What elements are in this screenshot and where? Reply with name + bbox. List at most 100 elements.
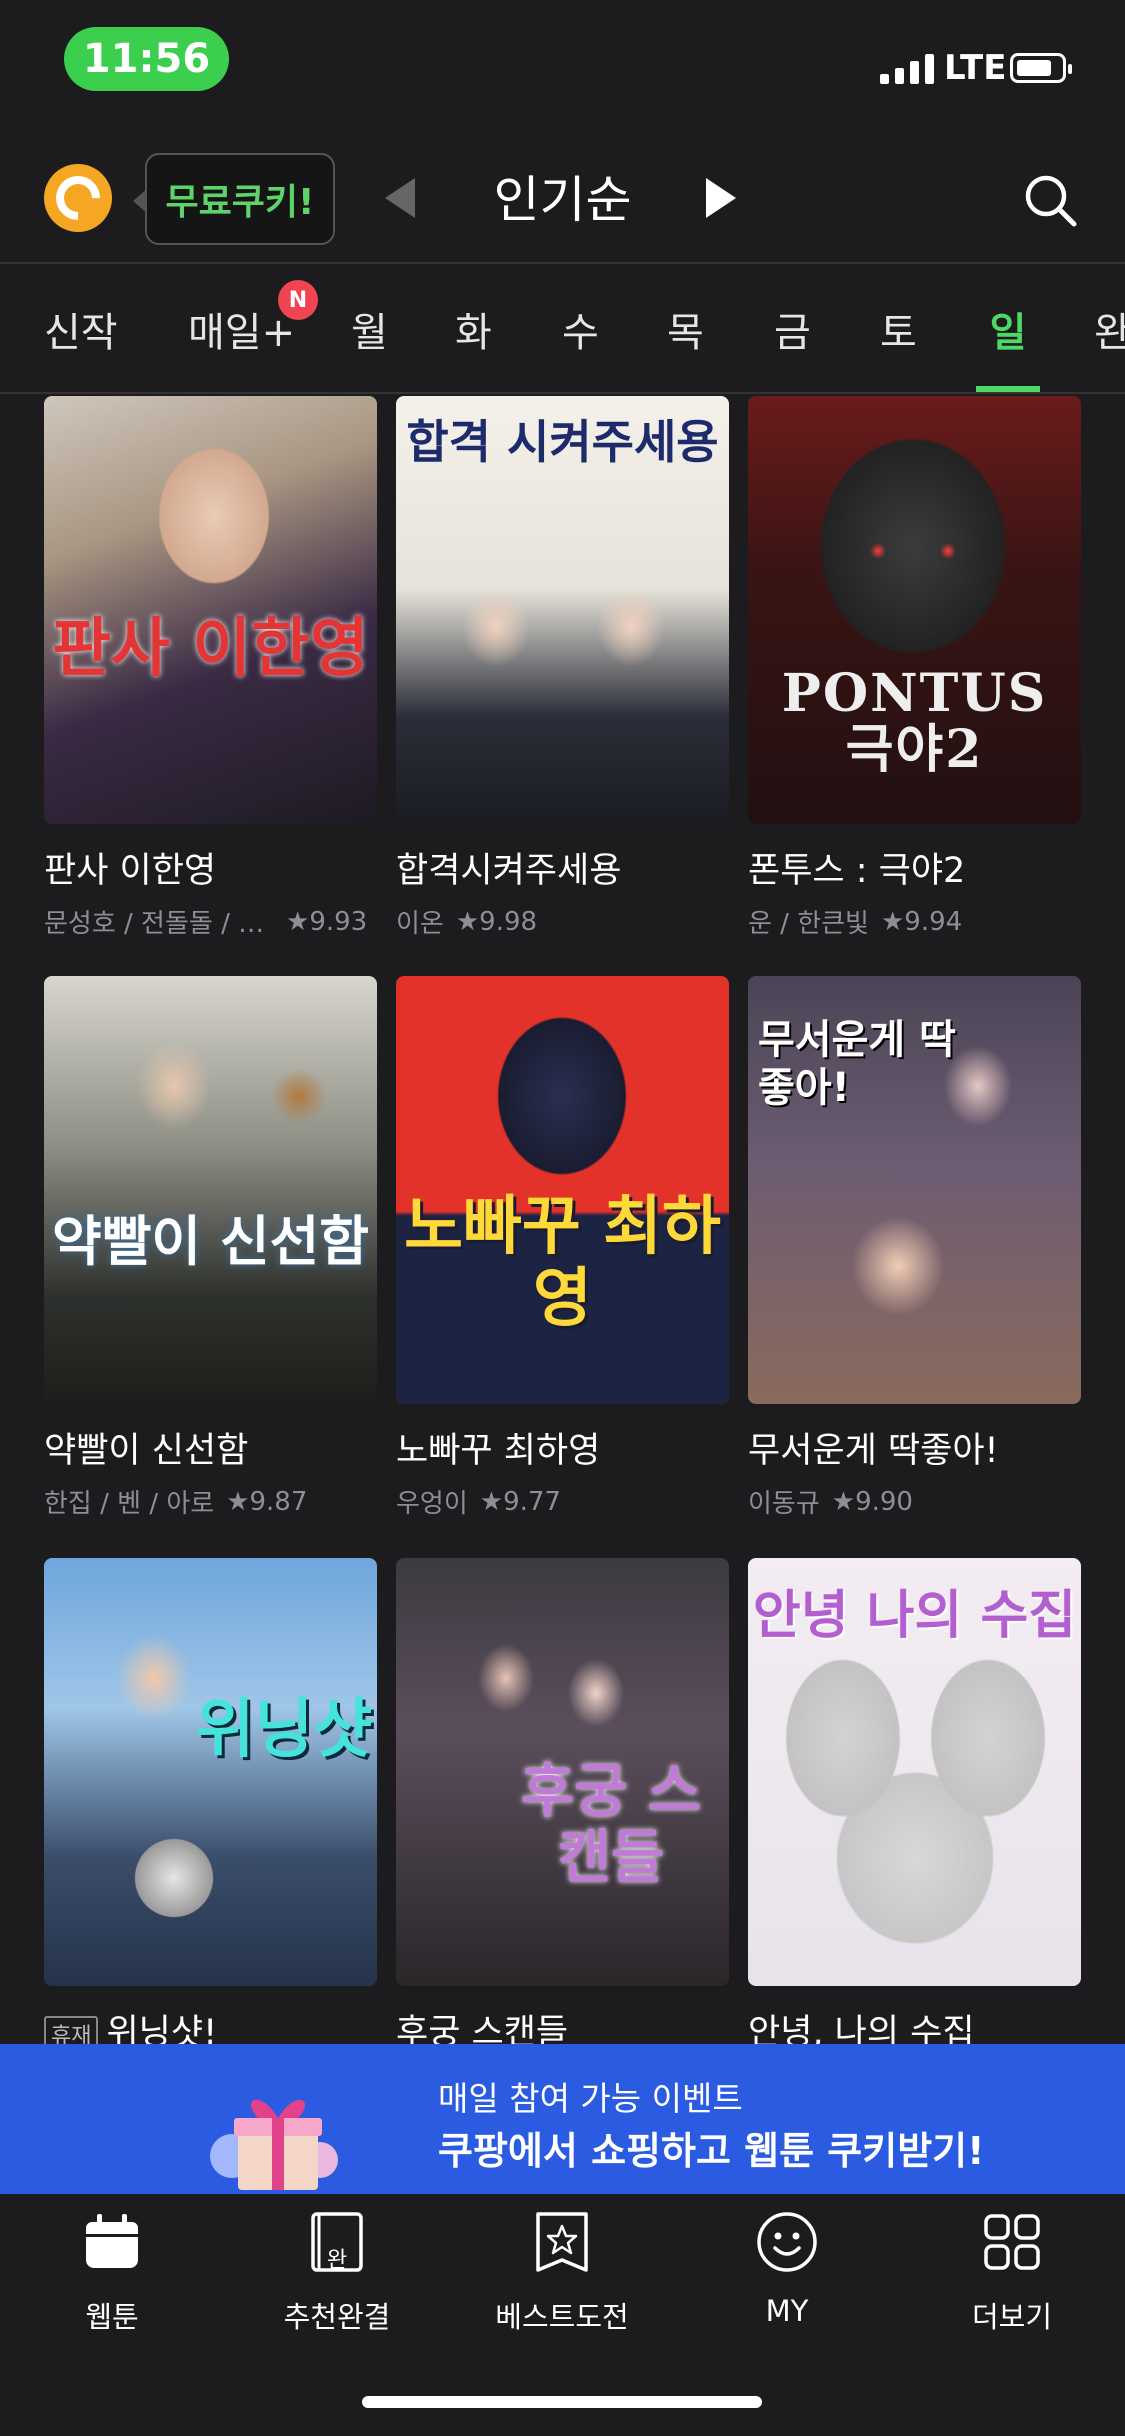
tab-sun[interactable]: 일 bbox=[976, 300, 1040, 392]
cover-text: 판사 이한영 bbox=[52, 612, 369, 686]
cover-text: 노빠꾸 최하영 bbox=[404, 1190, 721, 1336]
cookie-logo-icon[interactable] bbox=[44, 164, 112, 232]
comic-rating: 9.94 bbox=[904, 906, 963, 937]
cover-text: 후궁 스캔들 bbox=[520, 1757, 702, 1891]
comic-title: 폰투스 : 극야2 bbox=[748, 851, 966, 891]
status-bar: 11:56 LTE bbox=[0, 0, 1125, 120]
comic-meta: 우엉이 ★ 9.77 bbox=[396, 1483, 729, 1520]
sort-title[interactable]: 인기순 bbox=[440, 160, 685, 240]
comic-title: 노빠꾸 최하영 bbox=[396, 1431, 601, 1471]
gift-icon bbox=[210, 2099, 338, 2190]
star-icon: ★ bbox=[479, 1486, 504, 1517]
nav-best-challenge[interactable]: 베스트도전 bbox=[462, 2210, 662, 2336]
comic-meta: 한집 / 벤 / 아로 ★ 9.87 bbox=[44, 1483, 377, 1520]
promo-banner[interactable]: 매일 참여 가능 이벤트 쿠팡에서 쇼핑하고 웹툰 쿠키받기! bbox=[0, 2044, 1125, 2194]
comic-card[interactable]: 무서운게 딱좋아! 무서운게 딱좋아! 이동규 ★ 9.90 bbox=[748, 976, 1081, 1520]
nav-more[interactable]: 더보기 bbox=[912, 2210, 1112, 2336]
comic-author: 이온 bbox=[396, 909, 444, 939]
grid-icon bbox=[984, 2214, 1040, 2270]
comic-card[interactable]: 약빨이 신선함 약빨이 신선함 한집 / 벤 / 아로 ★ 9.87 bbox=[44, 976, 377, 1520]
comic-meta: 문성호 / 전돌돌 / 이… ★ 9.93 bbox=[44, 903, 377, 940]
comic-thumbnail[interactable]: 합격 시켜주세용 bbox=[396, 396, 729, 824]
banner-line1: 매일 참여 가능 이벤트 bbox=[438, 2079, 743, 2118]
home-indicator[interactable] bbox=[362, 2396, 762, 2408]
star-icon: ★ bbox=[226, 1486, 250, 1517]
nav-my[interactable]: MY bbox=[687, 2210, 887, 2328]
battery-icon bbox=[1010, 53, 1072, 83]
comic-thumbnail[interactable]: 무서운게 딱좋아! bbox=[748, 976, 1081, 1404]
smile-icon bbox=[757, 2212, 817, 2272]
search-icon[interactable] bbox=[1022, 172, 1078, 228]
nav-label: 베스트도전 bbox=[495, 2300, 629, 2334]
star-icon: ★ bbox=[831, 1486, 856, 1517]
weekday-tabs: 신작 매일+ 월 화 수 목 금 토 일 완 bbox=[0, 264, 1125, 392]
tab-sat[interactable]: 토 bbox=[880, 300, 917, 392]
comic-title: 합격시켜주세용 bbox=[396, 851, 622, 891]
star-box-icon bbox=[536, 2212, 588, 2272]
nav-label: 추천완결 bbox=[283, 2300, 391, 2334]
comic-grid: 판사 이한영 판사 이한영 문성호 / 전돌돌 / 이… ★ 9.93 합격 시… bbox=[0, 394, 1125, 2044]
tab-label: 월 bbox=[351, 310, 388, 356]
nav-recommended-completed[interactable]: 완 추천완결 bbox=[237, 2210, 437, 2336]
signal-icon bbox=[880, 52, 934, 84]
comic-thumbnail[interactable]: 판사 이한영 bbox=[44, 396, 377, 824]
tab-label: 토 bbox=[880, 310, 917, 356]
tab-thu[interactable]: 목 bbox=[667, 300, 704, 392]
tab-label: 매일+ bbox=[188, 310, 296, 356]
comic-card[interactable]: 합격 시켜주세용 합격시켜주세용 이온 ★ 9.98 bbox=[396, 396, 729, 940]
tab-fri[interactable]: 금 bbox=[774, 300, 811, 392]
star-icon: ★ bbox=[455, 906, 480, 937]
comic-card[interactable]: 후궁 스캔들 후궁 스캔들 bbox=[396, 1558, 729, 2044]
comic-card[interactable]: PONTUS 극야2 폰투스 : 극야2 운 / 한큰빛 ★ 9.94 bbox=[748, 396, 1081, 940]
banner-line2: 쿠팡에서 쇼핑하고 웹툰 쿠키받기! bbox=[438, 2129, 985, 2173]
comic-thumbnail[interactable]: 노빠꾸 최하영 bbox=[396, 976, 729, 1404]
comic-thumbnail[interactable]: 위닝샷 bbox=[44, 1558, 377, 1986]
cover-text: 합격 시켜주세용 bbox=[406, 415, 719, 469]
comic-thumbnail[interactable]: PONTUS 극야2 bbox=[748, 396, 1081, 824]
comic-thumbnail[interactable]: 안녕 나의 수집 bbox=[748, 1558, 1081, 1986]
comic-title: 후궁 스캔들 bbox=[396, 2013, 569, 2044]
comic-meta: 이온 ★ 9.98 bbox=[396, 903, 729, 940]
tab-label: 화 bbox=[455, 310, 492, 356]
comic-rating: 9.87 bbox=[249, 1486, 308, 1517]
tab-label: 목 bbox=[667, 310, 704, 356]
network-label: LTE bbox=[944, 48, 1007, 88]
next-sort-arrow-icon[interactable] bbox=[706, 178, 736, 218]
tab-label: 신작 bbox=[44, 310, 118, 356]
comic-card[interactable]: 노빠꾸 최하영 노빠꾸 최하영 우엉이 ★ 9.77 bbox=[396, 976, 729, 1520]
comic-thumbnail[interactable]: 약빨이 신선함 bbox=[44, 976, 377, 1404]
free-cookie-button[interactable]: 무료쿠키! bbox=[133, 153, 335, 245]
comic-rating: 9.98 bbox=[479, 906, 538, 937]
tab-label: 수 bbox=[562, 310, 599, 356]
cover-text: PONTUS 극야2 bbox=[781, 663, 1048, 780]
cover-text: 위닝샷 bbox=[195, 1693, 373, 1767]
comic-card[interactable]: 판사 이한영 판사 이한영 문성호 / 전돌돌 / 이… ★ 9.93 bbox=[44, 396, 377, 940]
nav-label: 더보기 bbox=[971, 2300, 1053, 2334]
comic-author: 문성호 / 전돌돌 / 이… bbox=[44, 909, 274, 939]
top-header: 무료쿠키! 인기순 bbox=[0, 140, 1125, 260]
tab-mon[interactable]: 월 bbox=[351, 300, 388, 392]
tab-completed[interactable]: 완 bbox=[1094, 300, 1125, 392]
comic-card[interactable]: 위닝샷 휴재 위닝샷! bbox=[44, 1558, 377, 2044]
tab-new[interactable]: 신작 bbox=[44, 300, 118, 392]
prev-sort-arrow-icon[interactable] bbox=[385, 178, 415, 218]
comic-title: 휴재 위닝샷! bbox=[44, 2004, 377, 2044]
star-icon: ★ bbox=[286, 906, 310, 937]
comic-thumbnail[interactable]: 후궁 스캔들 bbox=[396, 1558, 729, 1986]
tab-wed[interactable]: 수 bbox=[562, 300, 599, 392]
comic-meta: 이동규 ★ 9.90 bbox=[748, 1483, 1081, 1520]
comic-card[interactable]: 안녕 나의 수집 안녕, 나의 수집 bbox=[748, 1558, 1081, 2044]
calendar-icon bbox=[86, 2214, 138, 2268]
nav-label: 웹툰 bbox=[85, 2300, 139, 2334]
nav-webtoon[interactable]: 웹툰 bbox=[12, 2210, 212, 2336]
star-icon: ★ bbox=[880, 906, 905, 937]
comic-rating: 9.90 bbox=[855, 1486, 913, 1517]
tab-daily-plus[interactable]: 매일+ bbox=[188, 300, 295, 392]
comic-rating: 9.93 bbox=[309, 906, 368, 937]
comic-rating: 9.77 bbox=[503, 1486, 561, 1517]
comic-title: 무서운게 딱좋아! bbox=[748, 1431, 999, 1471]
tab-tue[interactable]: 화 bbox=[455, 300, 492, 392]
book-icon-glyph: 완 bbox=[326, 2248, 348, 2273]
tab-label: 완 bbox=[1094, 310, 1125, 356]
comic-author: 운 / 한큰빛 bbox=[748, 909, 869, 939]
